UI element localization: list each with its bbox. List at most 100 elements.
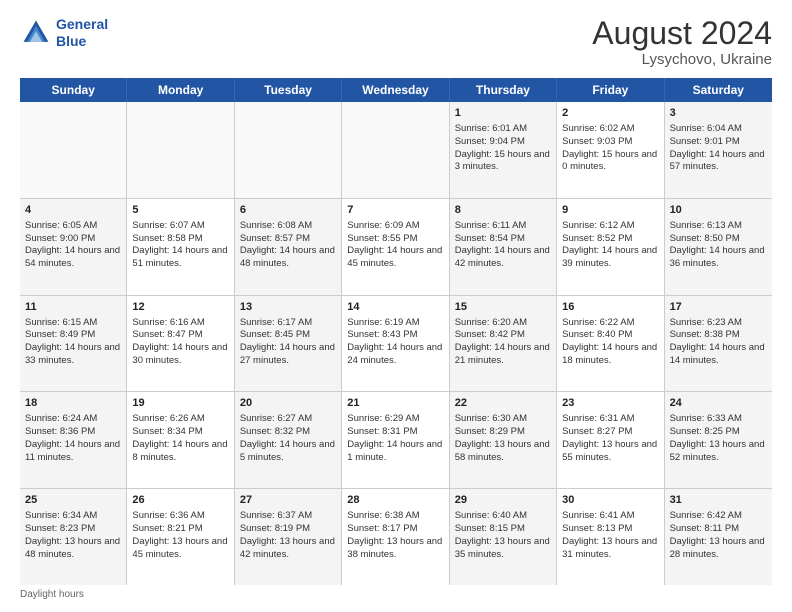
sunset-text: Sunset: 9:04 PM [455, 136, 551, 149]
day-number: 29 [455, 493, 551, 508]
logo: General Blue [20, 16, 108, 50]
calendar-cell: 20Sunrise: 6:27 AMSunset: 8:32 PMDayligh… [235, 392, 342, 488]
calendar-cell: 12Sunrise: 6:16 AMSunset: 8:47 PMDayligh… [127, 296, 234, 392]
daylight-text: Daylight: 13 hours and 58 minutes. [455, 439, 551, 465]
sunset-text: Sunset: 9:01 PM [670, 136, 767, 149]
day-number: 20 [240, 396, 336, 411]
day-number: 9 [562, 203, 658, 218]
day-number: 1 [455, 106, 551, 121]
sunset-text: Sunset: 8:47 PM [132, 329, 228, 342]
sunset-text: Sunset: 8:15 PM [455, 523, 551, 536]
sunrise-text: Sunrise: 6:27 AM [240, 413, 336, 426]
sunset-text: Sunset: 8:57 PM [240, 233, 336, 246]
sunset-text: Sunset: 8:31 PM [347, 426, 443, 439]
header-thursday: Thursday [450, 78, 557, 102]
calendar-cell: 15Sunrise: 6:20 AMSunset: 8:42 PMDayligh… [450, 296, 557, 392]
day-number: 7 [347, 203, 443, 218]
sunset-text: Sunset: 8:55 PM [347, 233, 443, 246]
daylight-text: Daylight: 13 hours and 28 minutes. [670, 536, 767, 562]
sunrise-text: Sunrise: 6:30 AM [455, 413, 551, 426]
calendar-cell: 1Sunrise: 6:01 AMSunset: 9:04 PMDaylight… [450, 102, 557, 198]
calendar-cell: 9Sunrise: 6:12 AMSunset: 8:52 PMDaylight… [557, 199, 664, 295]
calendar-header: Sunday Monday Tuesday Wednesday Thursday… [20, 78, 772, 102]
day-number: 26 [132, 493, 228, 508]
day-number: 28 [347, 493, 443, 508]
daylight-text: Daylight: 14 hours and 14 minutes. [670, 342, 767, 368]
sunrise-text: Sunrise: 6:13 AM [670, 220, 767, 233]
daylight-text: Daylight: 13 hours and 38 minutes. [347, 536, 443, 562]
logo-text: General Blue [56, 16, 108, 50]
sunset-text: Sunset: 8:36 PM [25, 426, 121, 439]
daylight-text: Daylight: 14 hours and 11 minutes. [25, 439, 121, 465]
daylight-text: Daylight: 14 hours and 24 minutes. [347, 342, 443, 368]
sunrise-text: Sunrise: 6:07 AM [132, 220, 228, 233]
daylight-text: Daylight: 14 hours and 30 minutes. [132, 342, 228, 368]
calendar-cell: 17Sunrise: 6:23 AMSunset: 8:38 PMDayligh… [665, 296, 772, 392]
daylight-text: Daylight: 14 hours and 42 minutes. [455, 245, 551, 271]
daylight-text: Daylight: 13 hours and 48 minutes. [25, 536, 121, 562]
sunrise-text: Sunrise: 6:22 AM [562, 317, 658, 330]
sunrise-text: Sunrise: 6:41 AM [562, 510, 658, 523]
day-number: 27 [240, 493, 336, 508]
calendar-cell: 31Sunrise: 6:42 AMSunset: 8:11 PMDayligh… [665, 489, 772, 585]
sunrise-text: Sunrise: 6:40 AM [455, 510, 551, 523]
sunset-text: Sunset: 8:17 PM [347, 523, 443, 536]
sunrise-text: Sunrise: 6:19 AM [347, 317, 443, 330]
sunrise-text: Sunrise: 6:33 AM [670, 413, 767, 426]
sunrise-text: Sunrise: 6:42 AM [670, 510, 767, 523]
sunset-text: Sunset: 8:52 PM [562, 233, 658, 246]
sunset-text: Sunset: 8:54 PM [455, 233, 551, 246]
sunset-text: Sunset: 8:27 PM [562, 426, 658, 439]
sunrise-text: Sunrise: 6:34 AM [25, 510, 121, 523]
sunset-text: Sunset: 8:19 PM [240, 523, 336, 536]
calendar-cell: 27Sunrise: 6:37 AMSunset: 8:19 PMDayligh… [235, 489, 342, 585]
daylight-text: Daylight: 14 hours and 54 minutes. [25, 245, 121, 271]
day-number: 2 [562, 106, 658, 121]
page: General Blue August 2024 Lysychovo, Ukra… [0, 0, 792, 612]
daylight-text: Daylight: 13 hours and 31 minutes. [562, 536, 658, 562]
daylight-text: Daylight: 14 hours and 51 minutes. [132, 245, 228, 271]
calendar-cell: 29Sunrise: 6:40 AMSunset: 8:15 PMDayligh… [450, 489, 557, 585]
day-number: 16 [562, 300, 658, 315]
calendar: Sunday Monday Tuesday Wednesday Thursday… [20, 78, 772, 585]
sunset-text: Sunset: 8:32 PM [240, 426, 336, 439]
day-number: 24 [670, 396, 767, 411]
day-number: 25 [25, 493, 121, 508]
daylight-text: Daylight: 14 hours and 39 minutes. [562, 245, 658, 271]
sunrise-text: Sunrise: 6:26 AM [132, 413, 228, 426]
daylight-text: Daylight: 14 hours and 1 minute. [347, 439, 443, 465]
calendar-cell: 13Sunrise: 6:17 AMSunset: 8:45 PMDayligh… [235, 296, 342, 392]
header-wednesday: Wednesday [342, 78, 449, 102]
day-number: 3 [670, 106, 767, 121]
day-number: 8 [455, 203, 551, 218]
week-row-4: 18Sunrise: 6:24 AMSunset: 8:36 PMDayligh… [20, 392, 772, 489]
sunrise-text: Sunrise: 6:17 AM [240, 317, 336, 330]
sunset-text: Sunset: 8:42 PM [455, 329, 551, 342]
sunset-text: Sunset: 8:25 PM [670, 426, 767, 439]
sunrise-text: Sunrise: 6:31 AM [562, 413, 658, 426]
header-friday: Friday [557, 78, 664, 102]
week-row-1: 1Sunrise: 6:01 AMSunset: 9:04 PMDaylight… [20, 102, 772, 199]
calendar-cell [127, 102, 234, 198]
sunset-text: Sunset: 9:03 PM [562, 136, 658, 149]
sunset-text: Sunset: 9:00 PM [25, 233, 121, 246]
daylight-text: Daylight: 13 hours and 42 minutes. [240, 536, 336, 562]
sunrise-text: Sunrise: 6:15 AM [25, 317, 121, 330]
calendar-cell: 16Sunrise: 6:22 AMSunset: 8:40 PMDayligh… [557, 296, 664, 392]
title-block: August 2024 Lysychovo, Ukraine [592, 16, 772, 68]
day-number: 15 [455, 300, 551, 315]
sunrise-text: Sunrise: 6:02 AM [562, 123, 658, 136]
sunrise-text: Sunrise: 6:20 AM [455, 317, 551, 330]
sunrise-text: Sunrise: 6:24 AM [25, 413, 121, 426]
daylight-text: Daylight: 14 hours and 57 minutes. [670, 149, 767, 175]
week-row-3: 11Sunrise: 6:15 AMSunset: 8:49 PMDayligh… [20, 296, 772, 393]
daylight-text: Daylight: 14 hours and 48 minutes. [240, 245, 336, 271]
calendar-cell: 7Sunrise: 6:09 AMSunset: 8:55 PMDaylight… [342, 199, 449, 295]
day-number: 22 [455, 396, 551, 411]
daylight-text: Daylight: 15 hours and 0 minutes. [562, 149, 658, 175]
calendar-cell: 22Sunrise: 6:30 AMSunset: 8:29 PMDayligh… [450, 392, 557, 488]
calendar-cell: 2 Sunrise: 6:02 AMSunset: 9:03 PMDaylight… [557, 102, 664, 198]
sunset-text: Sunset: 8:58 PM [132, 233, 228, 246]
month-year: August 2024 [592, 16, 772, 51]
daylight-text: Daylight: 14 hours and 8 minutes. [132, 439, 228, 465]
